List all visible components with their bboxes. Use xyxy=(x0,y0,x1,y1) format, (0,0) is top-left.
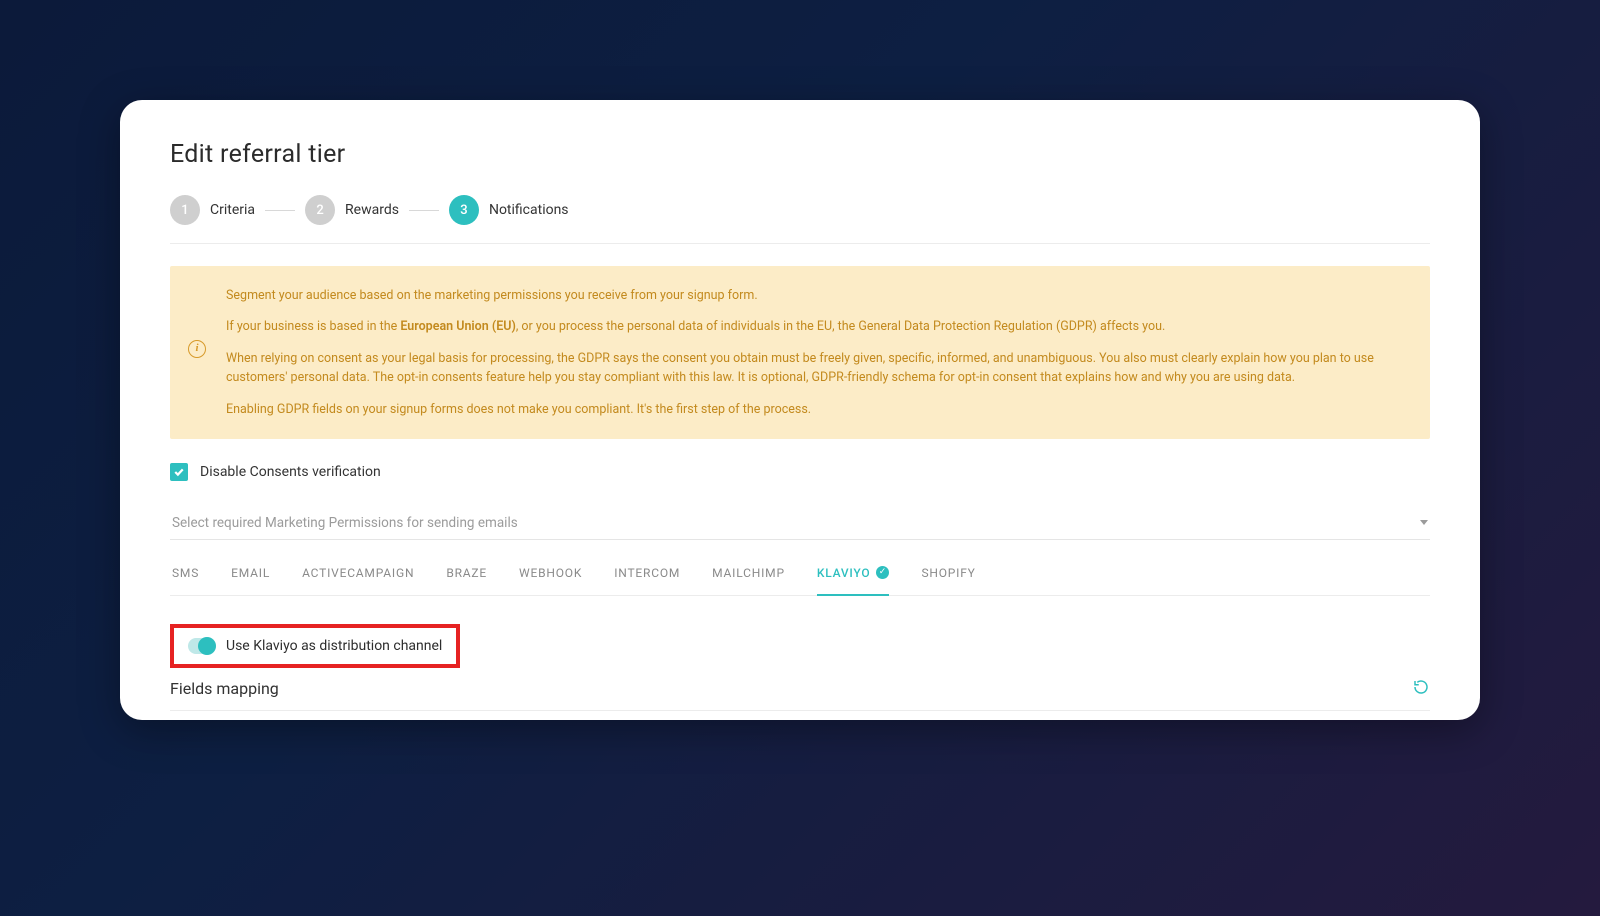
tab-webhook[interactable]: WEBHOOK xyxy=(519,552,582,596)
alert-line: Enabling GDPR fields on your signup form… xyxy=(226,400,1408,419)
step-connector xyxy=(265,210,295,211)
step-notifications[interactable]: 3 Notifications xyxy=(449,195,569,225)
settings-card: Edit referral tier 1 Criteria 2 Rewards … xyxy=(120,100,1480,720)
fields-mapping-title: Fields mapping xyxy=(170,679,279,698)
channel-tabs: SMS EMAIL ACTIVECAMPAIGN BRAZE WEBHOOK I… xyxy=(170,552,1430,596)
alert-bold: European Union (EU) xyxy=(400,319,515,334)
tab-mailchimp[interactable]: MAILCHIMP xyxy=(712,552,785,596)
restore-icon[interactable] xyxy=(1412,678,1430,700)
use-klaviyo-label: Use Klaviyo as distribution channel xyxy=(226,638,442,654)
step-label: Criteria xyxy=(210,202,255,218)
alert-line: If your business is based in the Europea… xyxy=(226,317,1408,336)
tab-sms[interactable]: SMS xyxy=(172,552,199,596)
disable-consents-label: Disable Consents verification xyxy=(200,464,381,480)
select-placeholder: Select required Marketing Permissions fo… xyxy=(172,515,518,531)
highlighted-toggle-area: Use Klaviyo as distribution channel xyxy=(170,624,460,668)
step-rewards[interactable]: 2 Rewards xyxy=(305,195,399,225)
info-icon: i xyxy=(188,340,206,358)
fields-mapping-header: Fields mapping xyxy=(170,678,1430,711)
checkmark-icon xyxy=(876,566,889,579)
tab-klaviyo[interactable]: KLAVIYO xyxy=(817,552,890,596)
tab-shopify[interactable]: SHOPIFY xyxy=(921,552,975,596)
chevron-down-icon xyxy=(1420,520,1428,525)
alert-text: If your business is based in the xyxy=(226,319,400,334)
tab-email[interactable]: EMAIL xyxy=(231,552,270,596)
use-klaviyo-toggle[interactable] xyxy=(188,638,216,654)
tab-label: KLAVIYO xyxy=(817,566,871,580)
alert-line: When relying on consent as your legal ba… xyxy=(226,349,1408,388)
step-number: 3 xyxy=(449,195,479,225)
disable-consents-checkbox[interactable] xyxy=(170,463,188,481)
consents-row: Disable Consents verification xyxy=(170,463,1430,481)
step-number: 2 xyxy=(305,195,335,225)
alert-line: Segment your audience based on the marke… xyxy=(226,286,1408,305)
tab-intercom[interactable]: INTERCOM xyxy=(614,552,680,596)
step-number: 1 xyxy=(170,195,200,225)
marketing-permissions-select[interactable]: Select required Marketing Permissions fo… xyxy=(170,509,1430,540)
step-label: Notifications xyxy=(489,202,569,218)
stepper: 1 Criteria 2 Rewards 3 Notifications xyxy=(170,195,1430,244)
page-title: Edit referral tier xyxy=(170,140,1430,169)
alert-text: , or you process the personal data of in… xyxy=(516,319,1165,334)
step-connector xyxy=(409,210,439,211)
step-label: Rewards xyxy=(345,202,399,218)
tab-activecampaign[interactable]: ACTIVECAMPAIGN xyxy=(302,552,414,596)
tab-braze[interactable]: BRAZE xyxy=(446,552,487,596)
step-criteria[interactable]: 1 Criteria xyxy=(170,195,255,225)
gdpr-alert: i Segment your audience based on the mar… xyxy=(170,266,1430,439)
